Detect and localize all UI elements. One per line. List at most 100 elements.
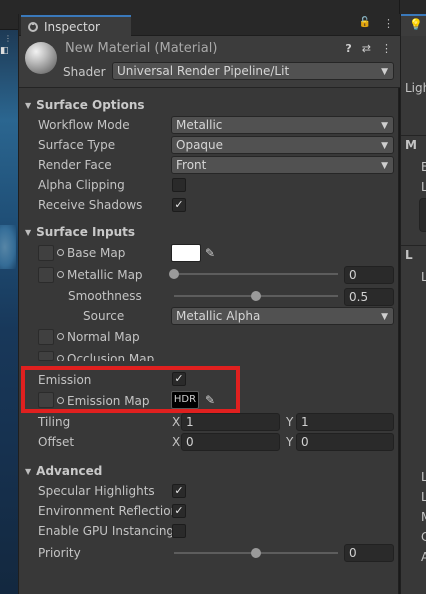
source-dropdown[interactable]: Metallic Alpha ▼ — [171, 307, 394, 325]
workflow-mode-label: Workflow Mode — [38, 118, 130, 132]
foldout-open-icon: ▼ — [25, 227, 32, 237]
workflow-mode-dropdown[interactable]: Metallic ▼ — [171, 116, 394, 134]
object-picker-icon[interactable] — [57, 249, 64, 256]
specular-highlights-checkbox[interactable]: ✓ — [172, 484, 186, 498]
workflow-mode-value: Metallic — [176, 118, 223, 132]
metallic-slider-track[interactable] — [174, 273, 338, 275]
tab-lighting[interactable]: 💡 — [401, 14, 426, 36]
environment-reflection-checkbox[interactable]: ✓ — [172, 504, 186, 518]
panel-fragment-a: A — [421, 550, 426, 564]
inspector-tabbar: Inspector 🔓 ⋮ — [19, 14, 400, 36]
shader-value: Universal Render Pipeline/Lit — [117, 64, 290, 78]
render-face-value: Front — [176, 158, 207, 172]
chevron-down-icon: ▼ — [381, 121, 388, 131]
chevron-down-icon: ▼ — [381, 141, 388, 151]
gpu-instancing-checkbox[interactable] — [172, 524, 186, 538]
chevron-down-icon: ▼ — [381, 161, 388, 171]
offset-y-axis-label: Y — [286, 435, 294, 449]
tab-menu-icon[interactable]: ⋮ — [383, 17, 394, 30]
tiling-x-axis-label: X — [172, 415, 181, 429]
metallic-value-field[interactable]: 0 — [344, 266, 394, 284]
occlusion-map-text: Occlusion Map — [67, 352, 155, 361]
base-map-label: Base Map — [57, 246, 125, 260]
header-menu-icon[interactable]: ⋮ — [381, 42, 392, 55]
smoothness-value-field[interactable]: 0.5 — [344, 288, 394, 306]
environment-reflection-label: Environment Reflection — [38, 504, 179, 518]
metallic-map-texture-slot[interactable] — [38, 267, 54, 283]
tiling-y-field[interactable]: 1 — [296, 413, 394, 431]
window-title-strip-right — [400, 0, 426, 14]
offset-y-field[interactable]: 0 — [296, 433, 394, 451]
priority-value-field[interactable]: 0 — [344, 544, 394, 562]
window-title-strip — [18, 0, 399, 14]
help-icon[interactable]: ? — [345, 42, 351, 55]
source-value: Metallic Alpha — [176, 309, 261, 323]
alpha-clipping-checkbox[interactable] — [172, 178, 186, 192]
tab-inspector-label: Inspector — [44, 19, 100, 34]
surface-type-label: Surface Type — [38, 138, 116, 152]
panel-fragment-m: M — [421, 510, 426, 524]
render-face-dropdown[interactable]: Front ▼ — [171, 156, 394, 174]
tiling-label: Tiling — [38, 415, 71, 429]
surface-type-dropdown[interactable]: Opaque ▼ — [171, 136, 394, 154]
lighting-text-fragment: Ligh — [405, 81, 426, 95]
section-advanced-title: Advanced — [36, 464, 103, 478]
metallic-slider-thumb[interactable] — [169, 269, 179, 279]
object-picker-icon[interactable] — [57, 355, 64, 361]
priority-slider-thumb[interactable] — [251, 548, 261, 558]
offset-x-field[interactable]: 0 — [181, 433, 280, 451]
tiling-x-field[interactable]: 1 — [181, 413, 280, 431]
panel-fragment-l: L — [405, 248, 413, 262]
base-map-color[interactable] — [171, 244, 201, 262]
material-header: New Material (Material) ? ⇄ ⋮ Shader Uni… — [19, 36, 400, 88]
offset-x-axis-label: X — [172, 435, 181, 449]
occlusion-map-label: Occlusion Map — [57, 352, 154, 361]
material-name: New Material (Material) — [65, 41, 218, 56]
info-icon — [28, 21, 38, 32]
tab-inspector[interactable]: Inspector — [21, 15, 131, 36]
section-surface-inputs-title: Surface Inputs — [36, 225, 136, 239]
alpha-clipping-label: Alpha Clipping — [38, 178, 125, 192]
object-picker-icon[interactable] — [57, 333, 64, 340]
normal-map-text: Normal Map — [67, 330, 140, 344]
header-icons: ? ⇄ ⋮ — [345, 42, 392, 55]
normal-map-texture-slot[interactable] — [38, 329, 54, 345]
section-surface-options[interactable]: ▼ Surface Options — [25, 98, 145, 112]
chevron-down-icon: ▼ — [381, 312, 388, 322]
section-surface-inputs[interactable]: ▼ Surface Inputs — [25, 225, 135, 239]
section-surface-options-title: Surface Options — [36, 98, 145, 112]
material-preview-icon — [25, 42, 57, 74]
occlusion-map-texture-slot[interactable] — [38, 351, 54, 361]
smoothness-label: Smoothness — [68, 289, 142, 303]
scene-view-strip[interactable]: ⋮ ◧ — [0, 0, 18, 594]
source-label: Source — [83, 309, 125, 323]
panel-fragment-c: C — [421, 530, 426, 544]
scene-toolbar — [0, 0, 18, 30]
base-map-texture-slot[interactable] — [38, 245, 54, 261]
panel-fragment-l: L — [421, 270, 426, 284]
specular-highlights-label: Specular Highlights — [38, 484, 155, 498]
normal-map-label: Normal Map — [57, 330, 140, 344]
panel-field-fragment[interactable] — [419, 198, 426, 232]
shader-dropdown[interactable]: Universal Render Pipeline/Lit ▼ — [112, 62, 394, 80]
section-advanced[interactable]: ▼ Advanced — [25, 464, 102, 478]
presets-icon[interactable]: ⇄ — [362, 42, 371, 55]
panel-fragment-m: M — [405, 138, 417, 152]
priority-label: Priority — [38, 546, 81, 560]
inspector-window: Inspector 🔓 ⋮ New Material (Material) ? … — [18, 14, 400, 594]
receive-shadows-checkbox[interactable]: ✓ — [172, 198, 186, 212]
panel-fragment-l: L — [421, 180, 426, 194]
foldout-open-icon: ▼ — [25, 100, 32, 110]
scene-menu-icon[interactable]: ⋮ — [4, 34, 14, 44]
render-face-label: Render Face — [38, 158, 112, 172]
smoothness-slider-thumb[interactable] — [251, 291, 261, 301]
metallic-map-text: Metallic Map — [67, 268, 143, 282]
eyedropper-icon[interactable]: ✎ — [202, 244, 218, 262]
receive-shadows-label: Receive Shadows — [38, 198, 143, 212]
lock-icon[interactable]: 🔓 — [359, 17, 371, 30]
lighting-panel: 💡 Ligh M B L L L L L M C A — [400, 14, 426, 594]
metallic-map-label: Metallic Map — [57, 268, 143, 282]
tab-actions: 🔓 ⋮ — [359, 17, 394, 30]
scene-control-icon[interactable]: ◧ — [0, 46, 14, 60]
object-picker-icon[interactable] — [57, 271, 64, 278]
